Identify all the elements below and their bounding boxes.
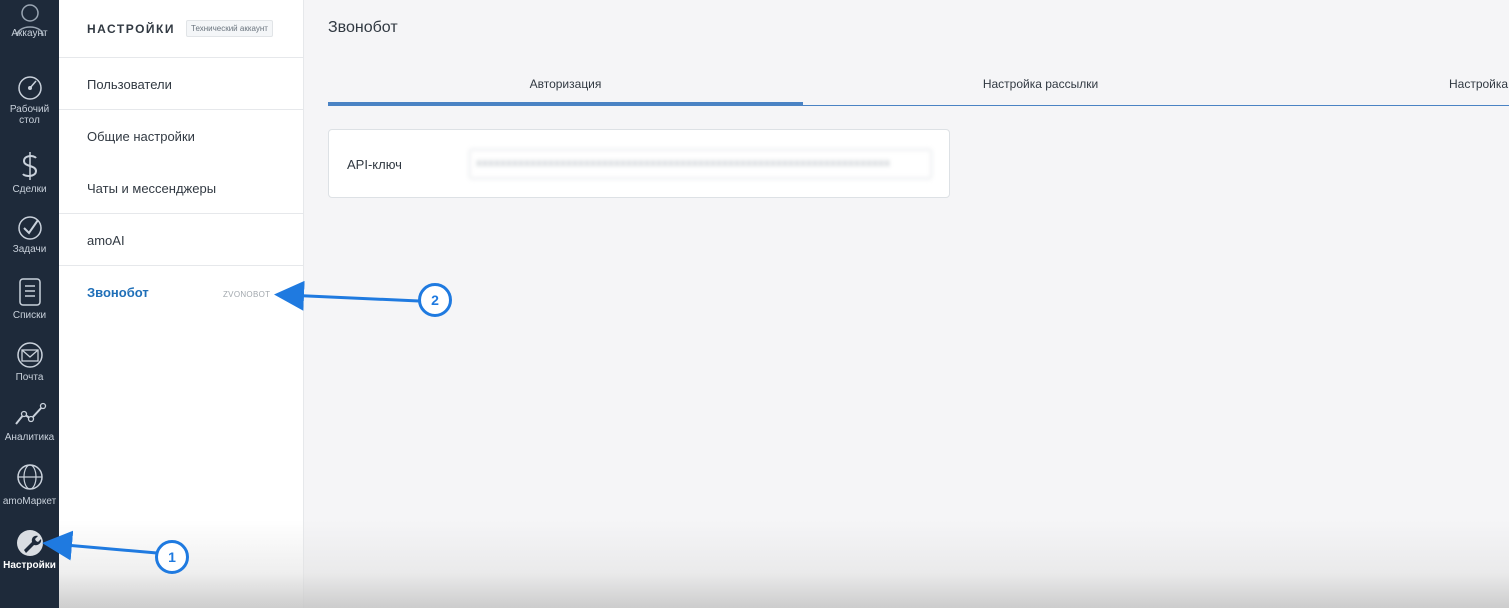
callout-2: 2 [418,283,452,317]
callout-1: 1 [155,540,189,574]
arrow-1 [42,530,158,561]
arrow-2 [274,280,420,311]
annotation-arrows [42,280,420,561]
